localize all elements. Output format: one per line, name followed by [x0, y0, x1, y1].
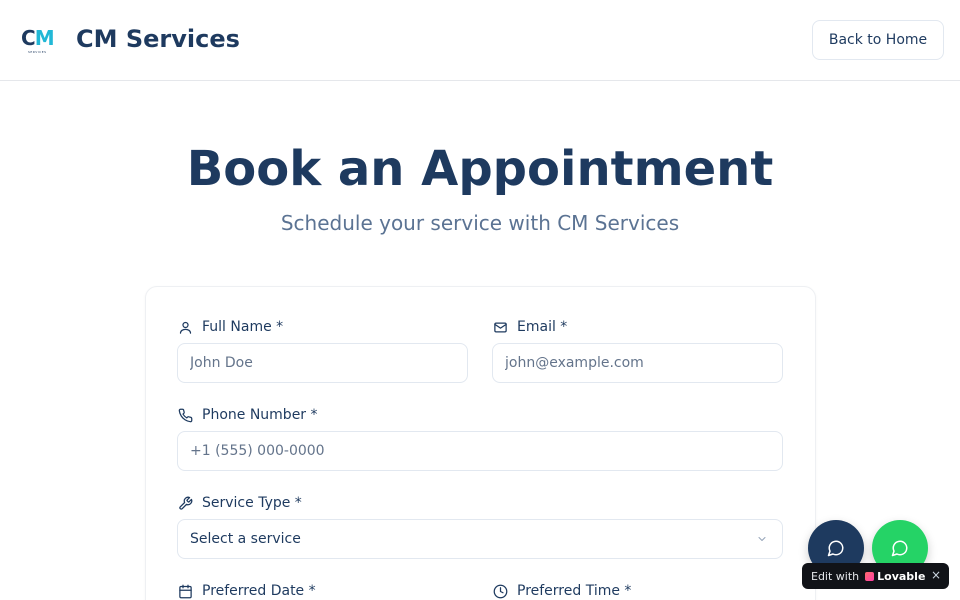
whatsapp-icon: [891, 540, 908, 557]
logo-mark: CM: [21, 26, 55, 50]
service-type-value: Select a service: [190, 531, 301, 547]
mail-icon: [494, 322, 507, 332]
email-label: Email *: [493, 317, 567, 337]
preferred-date-label-text: Preferred Date *: [202, 583, 316, 599]
clock-icon: [493, 584, 508, 598]
cm-logo[interactable]: CM SERVICES: [21, 28, 59, 56]
chat-bubble-icon: [827, 540, 844, 557]
lovable-logo: Lovable: [865, 570, 925, 583]
lovable-heart-icon: [865, 571, 875, 581]
email-label-text: Email *: [517, 319, 568, 335]
site-header: CM SERVICES CM Services Back to Home: [0, 0, 960, 81]
preferred-time-label-text: Preferred Time *: [517, 583, 632, 599]
phone-icon: [178, 408, 193, 422]
close-icon[interactable]: ×: [931, 568, 941, 582]
phone-label-text: Phone Number *: [202, 407, 318, 423]
user-icon: [179, 321, 192, 334]
preferred-date-label: Preferred Date *: [178, 581, 316, 600]
full-name-label-text: Full Name *: [202, 319, 284, 335]
appointment-form-card: Full Name * Email * Phone Number * Servi…: [145, 286, 816, 600]
lovable-brand-text: Lovable: [877, 569, 926, 583]
logo-tagline: SERVICES: [28, 50, 47, 54]
email-input[interactable]: [492, 343, 783, 383]
service-type-label: Service Type *: [178, 493, 302, 513]
full-name-input[interactable]: [177, 343, 468, 383]
badge-prefix: Edit with: [811, 569, 860, 583]
service-type-label-text: Service Type *: [202, 495, 302, 511]
edit-with-lovable-badge[interactable]: Edit with Lovable ×: [802, 563, 949, 589]
chevron-down-icon: [758, 537, 766, 541]
phone-input[interactable]: [177, 431, 783, 471]
calendar-icon: [179, 584, 192, 598]
page-subtitle: Schedule your service with CM Services: [280, 211, 680, 235]
preferred-time-label: Preferred Time *: [493, 581, 631, 600]
phone-label: Phone Number *: [178, 405, 318, 425]
wrench-icon: [179, 496, 193, 510]
full-name-label: Full Name *: [178, 317, 283, 337]
brand-name[interactable]: CM Services: [76, 24, 240, 54]
page-title: Book an Appointment: [186, 141, 774, 197]
back-to-home-button[interactable]: Back to Home: [812, 20, 944, 60]
service-type-select[interactable]: Select a service: [177, 519, 783, 559]
